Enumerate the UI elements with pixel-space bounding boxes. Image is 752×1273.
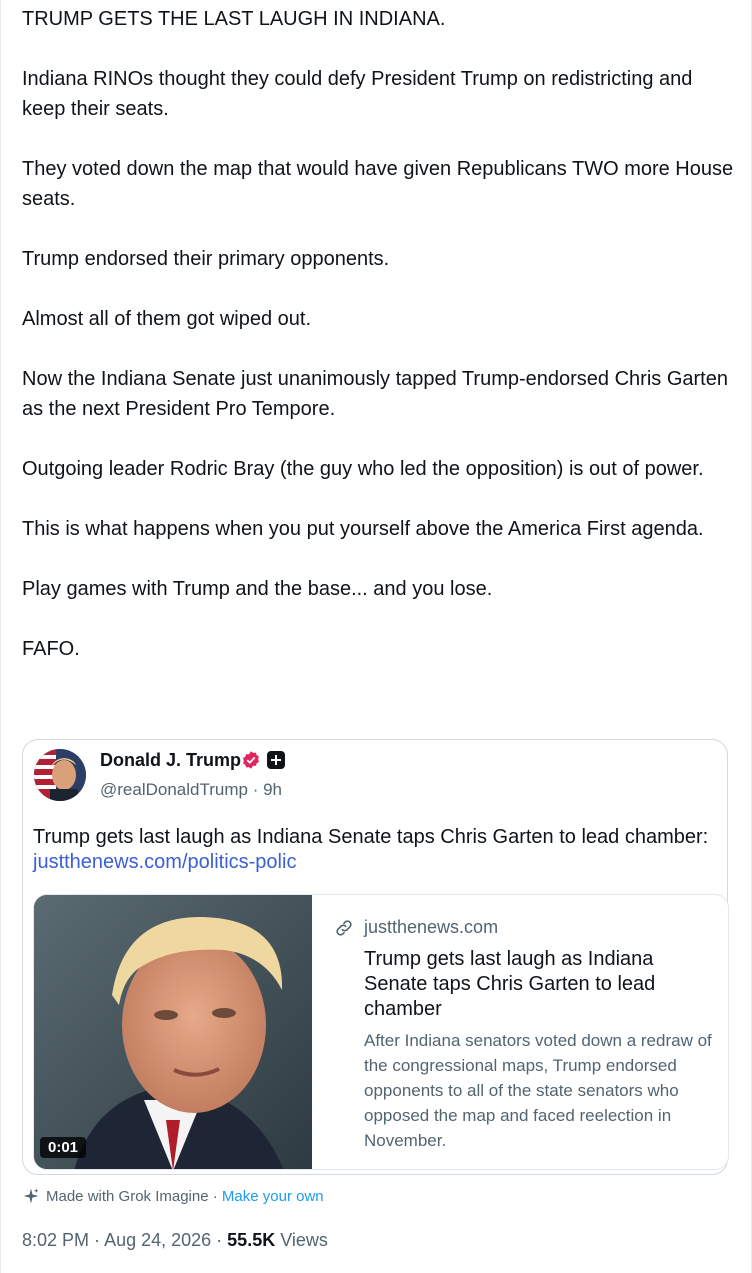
post-time[interactable]: 8:02 PM (22, 1230, 89, 1250)
post-paragraph-4: Trump endorsed their primary opponents. (22, 248, 390, 270)
made-with-label: Made with Grok Imagine (46, 1188, 209, 1205)
post-paragraph-9: Play games with Trump and the base... an… (22, 578, 493, 600)
post-paragraph-7: Outgoing leader Rodric Bray (the guy who… (22, 458, 704, 480)
post-date[interactable]: Aug 24, 2026 (104, 1230, 211, 1250)
author-handle-line[interactable]: @realDonaldTrump · 9h (100, 780, 282, 800)
handle-separator: · (247, 780, 264, 799)
attribution-separator: · (208, 1188, 222, 1205)
post-paragraph-10: FAFO. (22, 638, 80, 660)
card-title: Trump gets last laugh as Indiana Senate … (364, 948, 656, 1020)
quoted-link[interactable]: justthenews.com/politics-polic (33, 851, 296, 873)
post-meta: 8:02 PM · Aug 24, 2026 · 55.5K Views (22, 1230, 328, 1251)
post-paragraph-1: TRUMP GETS THE LAST LAUGH IN INDIANA. (22, 8, 446, 30)
post-paragraph-3: They voted down the map that would have … (22, 158, 734, 210)
meta-separator-2: · (211, 1230, 228, 1250)
post-age: 9h (263, 780, 282, 799)
video-duration: 0:01 (40, 1137, 87, 1158)
avatar[interactable] (34, 749, 86, 801)
quoted-text-body: Trump gets last laugh as Indiana Senate … (33, 826, 709, 848)
quoted-post[interactable]: Donald J. Trump @realDonaldTrump · 9h Tr… (22, 739, 729, 1175)
post-paragraph-8: This is what happens when you put yourse… (22, 518, 704, 540)
post-body: TRUMP GETS THE LAST LAUGH IN INDIANA. In… (22, 4, 734, 664)
quoted-text: Trump gets last laugh as Indiana Senate … (33, 825, 713, 875)
sparkle-icon (23, 1188, 39, 1204)
card-domain: justthenews.com (364, 917, 499, 937)
views-count: 55.5K (227, 1230, 276, 1250)
views-label: Views (280, 1230, 328, 1250)
verified-badge-icon (243, 751, 259, 769)
card-description: After Indiana senators voted down a redr… (364, 1031, 712, 1150)
post-paragraph-5: Almost all of them got wiped out. (22, 308, 312, 330)
author-name[interactable]: Donald J. Trump (100, 750, 241, 771)
left-border (0, 0, 1, 1273)
post-paragraph-2: Indiana RINOs thought they could defy Pr… (22, 68, 693, 120)
card-video-thumbnail[interactable]: 0:01 (34, 895, 312, 1169)
make-your-own-link[interactable]: Make your own (222, 1188, 324, 1205)
author-handle: @realDonaldTrump (100, 780, 248, 799)
post-paragraph-6: Now the Indiana Senate just unanimously … (22, 368, 728, 420)
affiliation-icon (267, 751, 285, 769)
meta-separator-1: · (89, 1230, 105, 1250)
link-icon (336, 920, 352, 936)
link-card[interactable]: 0:01 justthenews.com Trump gets last lau… (33, 894, 729, 1170)
